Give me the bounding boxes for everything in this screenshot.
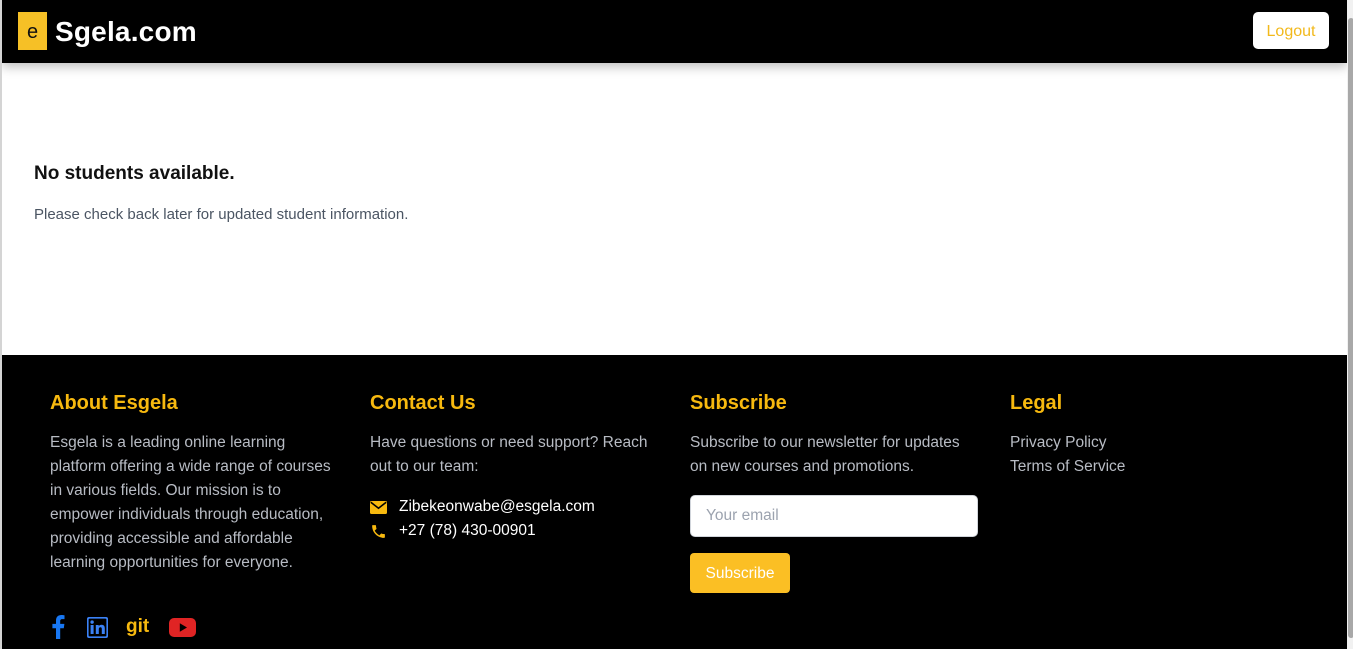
empty-state-title: No students available. (34, 163, 235, 184)
logout-button[interactable]: Logout (1253, 12, 1329, 49)
terms-of-service-link[interactable]: Terms of Service (1010, 455, 1125, 479)
youtube-icon[interactable] (169, 617, 197, 637)
empty-state-message: Please check back later for updated stud… (34, 206, 409, 223)
subscribe-text: Subscribe to our newsletter for updates … (690, 434, 960, 475)
envelope-icon (370, 498, 390, 516)
newsletter-email-input[interactable] (690, 495, 978, 537)
contact-phone[interactable]: +27 (78) 430-00901 (399, 522, 536, 540)
subscribe-heading: Subscribe (690, 392, 787, 414)
scrollbar-thumb[interactable] (1348, 18, 1353, 638)
contact-phone-row[interactable]: +27 (78) 430-00901 (370, 519, 536, 543)
contact-text: Have questions or need support? Reach ou… (370, 434, 648, 475)
phone-icon (370, 522, 390, 540)
vertical-scrollbar[interactable] (1347, 0, 1353, 649)
contact-email-row[interactable]: Zibekeonwabe@esgela.com (370, 495, 595, 519)
linkedin-icon[interactable] (86, 616, 108, 638)
subscribe-button[interactable]: Subscribe (690, 553, 790, 593)
about-heading: About Esgela (50, 392, 178, 414)
privacy-policy-link[interactable]: Privacy Policy (1010, 431, 1106, 455)
page-frame: e Sgela.com Logout No students available… (0, 0, 1353, 649)
facebook-icon[interactable] (50, 615, 66, 639)
about-text: Esgela is a leading online learning plat… (50, 434, 331, 571)
brand-name[interactable]: Sgela.com (55, 15, 197, 49)
contact-email[interactable]: Zibekeonwabe@esgela.com (399, 498, 595, 516)
logo-badge: e (18, 12, 47, 50)
legal-heading: Legal (1010, 392, 1063, 414)
social-links: git (50, 613, 197, 641)
git-link[interactable]: git (126, 615, 149, 639)
top-navbar: e Sgela.com Logout (2, 0, 1347, 63)
footer: About Esgela Esgela is a leading online … (2, 355, 1347, 649)
contact-heading: Contact Us (370, 392, 476, 414)
